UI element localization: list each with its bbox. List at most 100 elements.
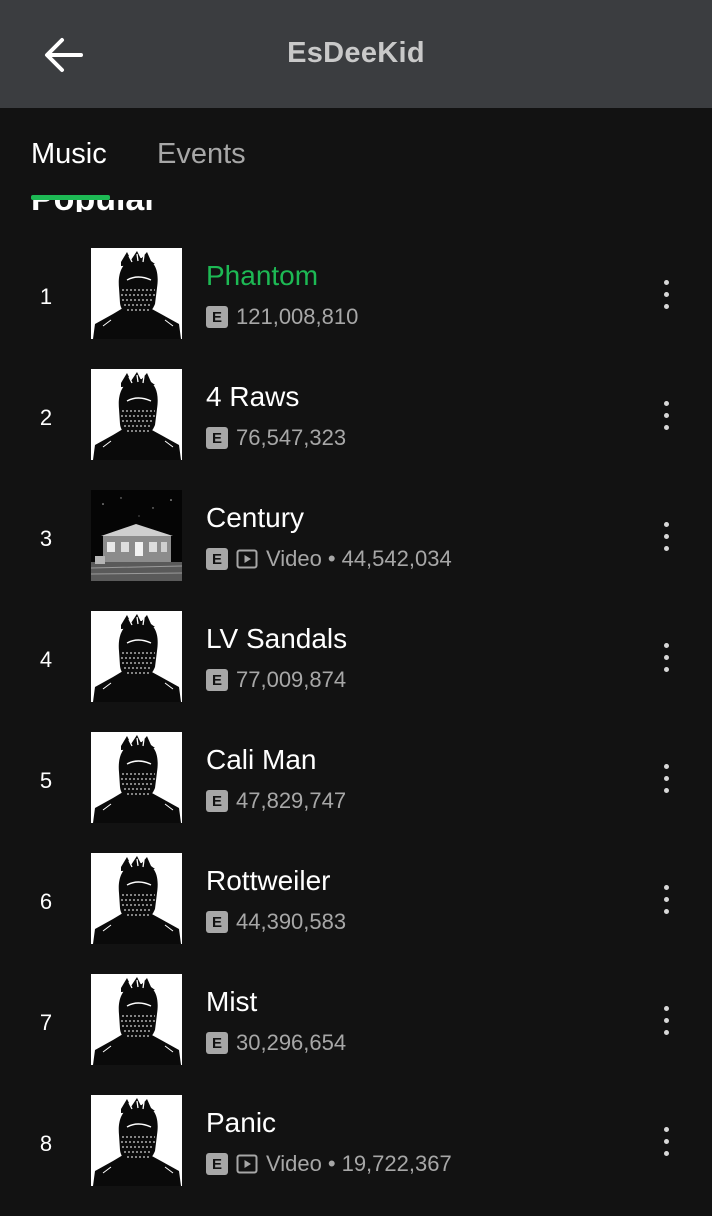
track-title: Phantom xyxy=(206,260,319,291)
meta-separator: • xyxy=(327,546,336,571)
video-icon xyxy=(236,548,258,570)
track-row[interactable]: 4 LV Sandals E 77,009,874 xyxy=(0,611,712,732)
track-row[interactable]: 2 4 Raws E 76,547,323 xyxy=(0,369,712,490)
track-cover-image xyxy=(91,853,182,944)
track-rank: 8 xyxy=(39,1131,53,1156)
video-label: Video xyxy=(266,546,322,571)
explicit-badge: E xyxy=(206,306,228,328)
explicit-badge: E xyxy=(206,1153,228,1175)
explicit-badge: E xyxy=(206,427,228,449)
explicit-badge: E xyxy=(206,669,228,691)
more-dot xyxy=(663,291,669,297)
track-title: 4 Raws xyxy=(206,381,300,412)
more-dot xyxy=(663,654,669,660)
play-count: 76,547,323 xyxy=(236,425,347,450)
more-dot xyxy=(663,1029,669,1035)
track-row[interactable]: 3 Century E Video • 44,542,034 xyxy=(0,490,712,611)
play-count: 44,390,583 xyxy=(236,909,347,934)
more-dot xyxy=(663,896,669,902)
tab-events[interactable]: Events xyxy=(157,138,246,171)
more-options-button[interactable] xyxy=(654,270,678,318)
more-options-button[interactable] xyxy=(654,875,678,923)
track-rank: 4 xyxy=(39,647,53,672)
video-icon xyxy=(236,1153,258,1175)
track-meta: E 44,390,583 xyxy=(206,909,346,935)
explicit-badge: E xyxy=(206,548,228,570)
track-row[interactable]: 5 Cali Man E 47,829,747 xyxy=(0,732,712,853)
track-title: Mist xyxy=(206,986,258,1017)
track-row[interactable]: 8 Panic E Video • 19,722,367 xyxy=(0,1095,712,1216)
track-rank: 5 xyxy=(39,768,53,793)
more-options-button[interactable] xyxy=(654,996,678,1044)
tab-bar: Music Events xyxy=(0,108,712,200)
more-dot xyxy=(663,787,669,793)
track-row[interactable]: 6 Rottweiler E 44,390,583 xyxy=(0,853,712,974)
track-cover-image xyxy=(91,974,182,1065)
track-row[interactable]: 7 Mist E 30,296,654 xyxy=(0,974,712,1095)
track-meta: E 47,829,747 xyxy=(206,788,346,814)
track-rank: 3 xyxy=(39,526,53,551)
track-cover-image xyxy=(91,248,182,339)
track-meta: E 76,547,323 xyxy=(206,425,346,451)
more-dot xyxy=(663,666,669,672)
track-row[interactable]: 1 Phantom E 121,008,810 xyxy=(0,248,712,369)
play-count: 19,722,367 xyxy=(341,1151,452,1176)
more-dot xyxy=(663,1126,669,1132)
more-dot xyxy=(663,1017,669,1023)
more-options-button[interactable] xyxy=(654,391,678,439)
track-meta: E 30,296,654 xyxy=(206,1030,346,1056)
more-dot xyxy=(663,908,669,914)
more-dot xyxy=(663,279,669,285)
top-bar: EsDeeKid xyxy=(0,0,712,108)
track-cover-image xyxy=(91,1095,182,1186)
more-dot xyxy=(663,884,669,890)
more-options-button[interactable] xyxy=(654,754,678,802)
track-rank: 6 xyxy=(39,889,53,914)
play-count: 121,008,810 xyxy=(236,304,359,329)
track-rank: 2 xyxy=(39,405,53,430)
track-title: LV Sandals xyxy=(206,623,348,654)
explicit-badge: E xyxy=(206,911,228,933)
meta-separator: • xyxy=(327,1151,336,1176)
more-dot xyxy=(663,521,669,527)
artist-title: EsDeeKid xyxy=(287,37,425,69)
video-label: Video xyxy=(266,1151,322,1176)
track-cover-image xyxy=(91,732,182,823)
play-count: 77,009,874 xyxy=(236,667,347,692)
more-dot xyxy=(663,1138,669,1144)
play-count: 47,829,747 xyxy=(236,788,347,813)
play-count: 30,296,654 xyxy=(236,1030,347,1055)
more-dot xyxy=(663,533,669,539)
track-title: Cali Man xyxy=(206,744,317,775)
more-dot xyxy=(663,1150,669,1156)
more-dot xyxy=(663,545,669,551)
track-meta: E 121,008,810 xyxy=(206,304,358,330)
track-meta: E Video • 19,722,367 xyxy=(206,1151,452,1177)
track-meta: E 77,009,874 xyxy=(206,667,346,693)
track-title: Century xyxy=(206,502,305,533)
track-rank: 1 xyxy=(39,284,53,309)
more-dot xyxy=(663,775,669,781)
track-meta: E Video • 44,542,034 xyxy=(206,546,452,572)
track-cover-image xyxy=(91,369,182,460)
track-rank: 7 xyxy=(39,1010,53,1035)
more-dot xyxy=(663,763,669,769)
track-title: Rottweiler xyxy=(206,865,331,896)
play-count: 44,542,034 xyxy=(341,546,452,571)
more-dot xyxy=(663,424,669,430)
explicit-badge: E xyxy=(206,790,228,812)
more-options-button[interactable] xyxy=(654,1117,678,1165)
tab-music[interactable]: Music xyxy=(31,138,107,171)
more-dot xyxy=(663,303,669,309)
track-cover-image xyxy=(91,490,182,581)
more-options-button[interactable] xyxy=(654,633,678,681)
more-dot xyxy=(663,400,669,406)
more-dot xyxy=(663,412,669,418)
tab-active-indicator xyxy=(31,195,110,200)
track-title: Panic xyxy=(206,1107,277,1138)
more-dot xyxy=(663,1005,669,1011)
explicit-badge: E xyxy=(206,1032,228,1054)
more-dot xyxy=(663,642,669,648)
more-options-button[interactable] xyxy=(654,512,678,560)
track-cover-image xyxy=(91,611,182,702)
